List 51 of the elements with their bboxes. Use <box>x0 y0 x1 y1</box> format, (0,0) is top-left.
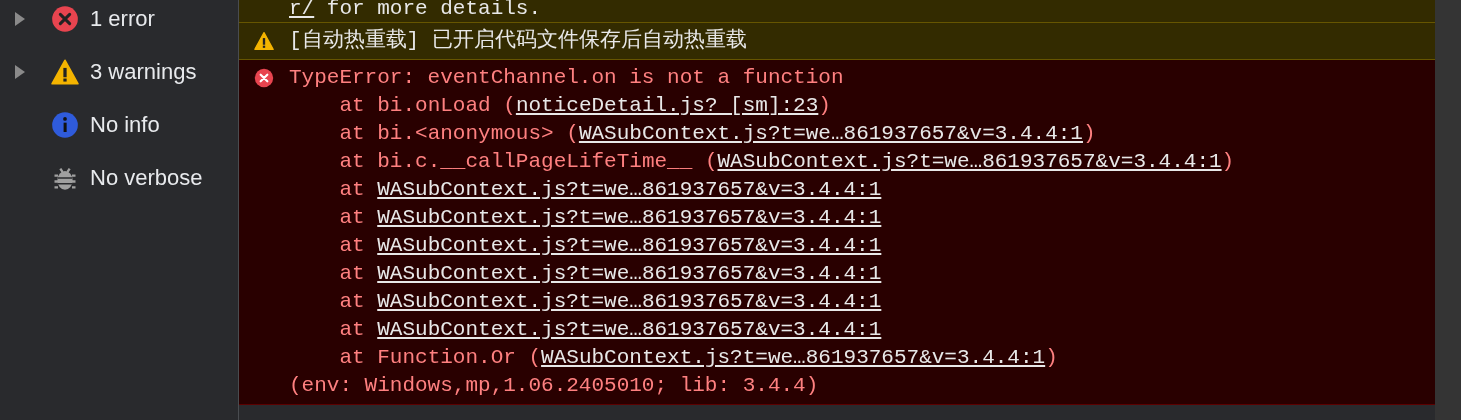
paren: ( <box>704 150 718 173</box>
expand-arrow-icon[interactable] <box>15 12 25 26</box>
stack-prefix: at <box>339 318 365 341</box>
environment-info: (env: Windows,mp,1.06.2405010; lib: 3.4.4) <box>289 374 819 397</box>
source-link[interactable]: WASubContext.js?t=we…861937657&v=3.4.4:1 <box>578 122 1083 145</box>
source-link[interactable]: WASubContext.js?t=we…861937657&v=3.4.4:1 <box>377 178 882 201</box>
filter-label[interactable]: 3 warnings <box>90 59 197 85</box>
source-link[interactable]: noticeDetail.js? [sm]:23 <box>515 94 819 117</box>
error-icon <box>254 68 274 88</box>
filter-row[interactable]: 1 error <box>0 0 238 43</box>
stack-function: bi.<anonymous> <box>377 122 554 145</box>
paren: ) <box>818 94 831 117</box>
stack-prefix: at <box>339 122 365 145</box>
stack-function: Function.Or <box>377 346 516 369</box>
filter-row[interactable]: 3 warnings <box>0 48 238 96</box>
source-link[interactable]: WASubContext.js?t=we…861937657&v=3.4.4:1 <box>377 290 882 313</box>
filter-label[interactable]: 1 error <box>90 6 155 32</box>
stack-prefix: at <box>339 206 365 229</box>
filter-label[interactable]: No info <box>90 112 160 138</box>
filter-label[interactable]: No verbose <box>90 165 203 191</box>
info-icon <box>51 111 79 139</box>
expand-arrow-icon[interactable] <box>15 65 25 79</box>
stack-prefix: at <box>339 234 365 257</box>
source-link[interactable]: WASubContext.js?t=we…861937657&v=3.4.4:1 <box>377 262 882 285</box>
stack-prefix: at <box>339 346 365 369</box>
scrollbar-track[interactable] <box>1435 0 1461 420</box>
paren: ( <box>528 346 542 369</box>
stack-function: bi.c.__callPageLifeTime__ <box>377 150 693 173</box>
stack-prefix: at <box>339 290 365 313</box>
filter-row[interactable]: No verbose <box>0 154 238 202</box>
warning-icon <box>51 58 79 86</box>
stack-prefix: at <box>339 150 365 173</box>
source-link[interactable]: WASubContext.js?t=we…861937657&v=3.4.4:1 <box>377 234 882 257</box>
paren: ) <box>1045 346 1058 369</box>
paren: ( <box>503 94 516 117</box>
filter-row[interactable]: No info <box>0 101 238 149</box>
paren: ( <box>566 122 579 145</box>
stack-prefix: at <box>339 178 365 201</box>
stack-function: bi.onLoad <box>377 94 491 117</box>
paren: ) <box>1221 150 1235 173</box>
message-text: TypeError: eventChannel.on is not a function <box>289 66 844 89</box>
source-link[interactable]: WASubContext.js?t=we…861937657&v=3.4.4:1 <box>541 346 1046 369</box>
stack-prefix: at <box>339 94 365 117</box>
source-link[interactable]: WASubContext.js?t=we…861937657&v=3.4.4:1 <box>377 206 882 229</box>
stack-prefix: at <box>339 262 365 285</box>
source-link[interactable]: WASubContext.js?t=we…861937657&v=3.4.4:1 <box>377 318 882 341</box>
warning-icon <box>254 31 274 51</box>
message-text: [自动热重载] 已开启代码文件保存后自动热重载 <box>289 29 747 52</box>
error-icon <box>51 5 79 33</box>
paren: ) <box>1083 122 1096 145</box>
source-link[interactable]: WASubContext.js?t=we…861937657&v=3.4.4:1 <box>717 150 1222 173</box>
